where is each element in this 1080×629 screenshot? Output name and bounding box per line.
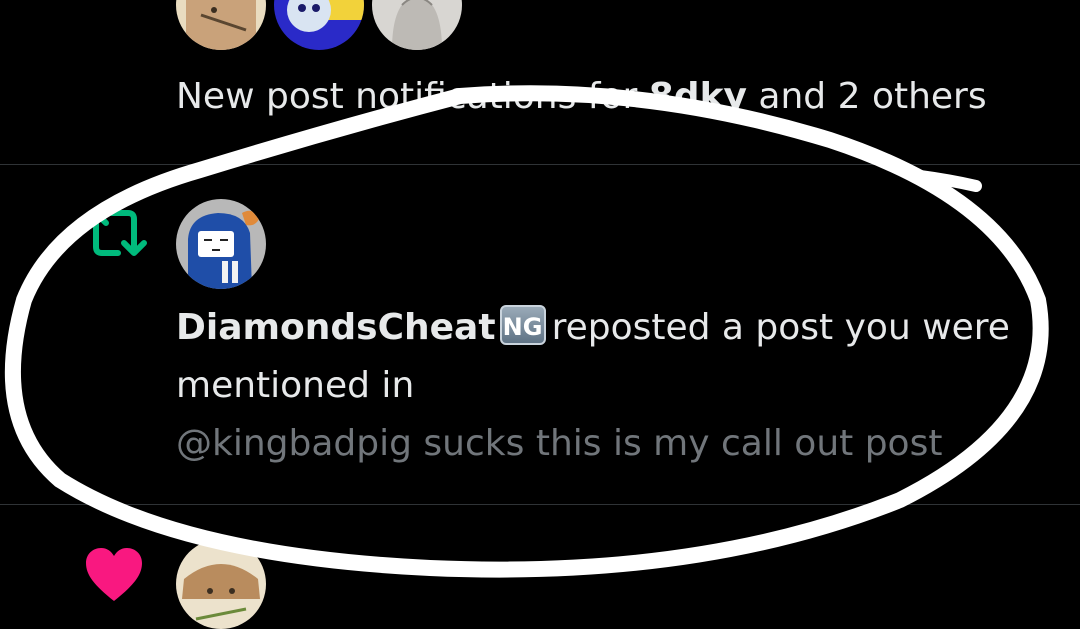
- notification-text: New post notifications for 8dky and 2 ot…: [176, 76, 987, 117]
- avatar[interactable]: [176, 0, 266, 50]
- ng-emoji-badge: NG: [499, 305, 546, 345]
- avatar[interactable]: [274, 0, 364, 50]
- notification-repost[interactable]: DiamondsCheat NG reposted a post you were …: [0, 165, 1080, 504]
- notification-new-posts[interactable]: New post notifications for 8dky and 2 ot…: [0, 0, 1080, 164]
- actor-name-link[interactable]: DiamondsCheat: [176, 307, 496, 348]
- bell-icon: [84, 0, 144, 24]
- avatar[interactable]: [372, 0, 462, 50]
- notification-text: DiamondsCheat NG reposted a post you were …: [176, 299, 1016, 415]
- username-link[interactable]: 8dky: [649, 76, 747, 117]
- repost-icon: [82, 209, 148, 261]
- notification-like[interactable]: [0, 505, 1080, 629]
- heart-icon: [84, 547, 144, 607]
- avatar[interactable]: [176, 539, 266, 629]
- actor-avatar[interactable]: [176, 199, 266, 289]
- post-preview[interactable]: @kingbadpig sucks this is my call out po…: [176, 415, 942, 473]
